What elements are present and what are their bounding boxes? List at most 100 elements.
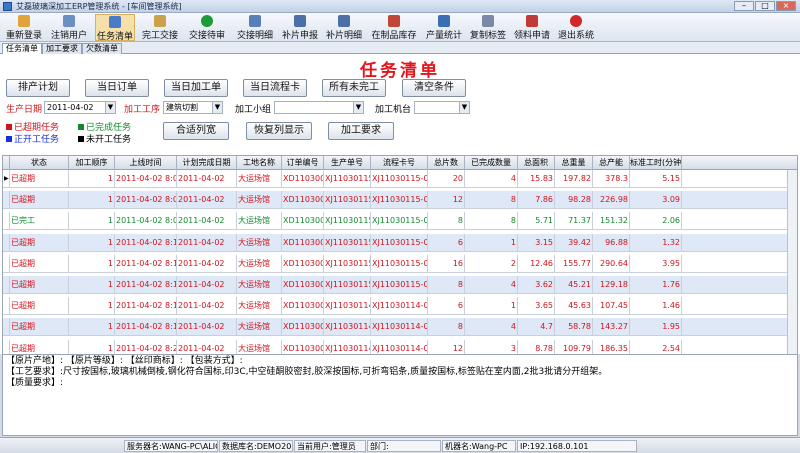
row-marker — [3, 254, 10, 273]
table-cell: XJ11030115-0128 — [371, 212, 428, 231]
task-list-button[interactable]: 任务清单 — [95, 14, 135, 42]
exit-button[interactable]: 退出系统 — [556, 14, 596, 41]
table-cell: 1.95 — [630, 318, 682, 337]
table-icon — [249, 15, 261, 27]
table-row[interactable]: 已超期12011-04-02 8:10:002011-04-02大运场馆XD11… — [3, 233, 797, 252]
table-cell: XJ11030115-0028 — [371, 276, 428, 294]
table-cell: 2011-04-02 8:00:00 — [115, 170, 177, 188]
schedule-button[interactable]: 排产计划 — [6, 79, 70, 97]
maximize-button[interactable]: □ — [755, 1, 775, 11]
relogin-button[interactable]: 重新登录 — [4, 14, 44, 41]
table-cell: 2011-04-02 8:00:00 — [115, 191, 177, 210]
column-header[interactable]: 总产能 — [593, 156, 630, 170]
column-header[interactable]: 标准工时(分钟) — [630, 156, 682, 170]
table-cell: 12.46 — [518, 254, 555, 273]
table-row[interactable]: 已完工12011-04-02 8:00:002011-04-02大运场馆XD11… — [3, 212, 797, 231]
table-cell: 155.77 — [555, 254, 593, 273]
pending-review-button[interactable]: 交接待审 — [187, 14, 227, 41]
output-stats-button[interactable]: 产量统计 — [424, 14, 464, 41]
info-line-quality: 【质量要求】: — [6, 378, 64, 388]
toolbar-label: 补片申报 — [281, 31, 318, 41]
patch-detail-button[interactable]: 补片明细 — [324, 14, 364, 41]
table-cell: 2011-04-02 8:10:00 — [115, 233, 177, 252]
column-header[interactable]: 总面积 — [518, 156, 555, 170]
group-select[interactable]: ▼ — [274, 101, 364, 114]
wip-stock-button[interactable]: 在制品库存 — [369, 14, 419, 41]
table-cell: XJ11030115 — [324, 170, 371, 188]
table-cell: XJ11030115 — [324, 276, 371, 294]
material-request-button[interactable]: 领料申请 — [512, 14, 552, 41]
table-cell: 8 — [428, 212, 465, 231]
table-row[interactable]: 已超期12011-04-02 8:10:002011-04-02大运场馆XD11… — [3, 276, 797, 294]
table-cell: 1 — [465, 297, 518, 316]
requirements-button[interactable]: 加工要求 — [328, 122, 394, 140]
copy-label-button[interactable]: 复制标签 — [468, 14, 508, 41]
tab-shortage[interactable]: 欠数清单 — [82, 43, 122, 54]
title-bar: 艾磊玻璃深加工ERP管理系统 - [车间管理系统] – □ × — [0, 0, 800, 13]
table-cell: 大运场馆 — [237, 170, 282, 188]
process-select[interactable]: 建筑切割 ▼ — [163, 101, 223, 114]
column-header[interactable]: 计划完成日期 — [177, 156, 237, 170]
all-unfinished-button[interactable]: 所有未完工 — [322, 79, 386, 97]
table-row[interactable]: 已超期12011-04-02 8:00:002011-04-02大运场馆XD11… — [3, 191, 797, 210]
toolbar-label: 重新登录 — [5, 31, 42, 41]
column-header[interactable]: 总片数 — [428, 156, 465, 170]
table-cell: 96.88 — [593, 233, 630, 252]
column-header[interactable]: 上线时间 — [115, 156, 177, 170]
toolbar-label: 产量统计 — [425, 31, 462, 41]
table-row[interactable]: ▶已超期12011-04-02 8:00:002011-04-02大运场馆XD1… — [3, 170, 797, 188]
chevron-down-icon: ▼ — [353, 102, 363, 113]
group-label: 加工小组 — [235, 105, 272, 115]
machine-select[interactable]: ▼ — [414, 101, 470, 114]
column-header[interactable]: 工地名称 — [237, 156, 282, 170]
column-header[interactable]: 订单编号 — [282, 156, 324, 170]
table-cell: 290.64 — [593, 254, 630, 273]
tab-requirements[interactable]: 加工要求 — [42, 43, 82, 54]
patch-report-button[interactable]: 补片申报 — [280, 14, 320, 41]
table-cell: XD11030082 — [282, 318, 324, 337]
table-cell: 8 — [465, 212, 518, 231]
page-title: 任务清单 — [360, 61, 440, 81]
column-header[interactable]: 状态 — [10, 156, 69, 170]
exit-icon — [570, 15, 582, 27]
table-cell: 378.3 — [593, 170, 630, 188]
red-square-icon — [6, 124, 12, 130]
today-process-button[interactable]: 当日加工单 — [164, 79, 228, 97]
status-ip: IP:192.168.0.101 — [517, 440, 637, 452]
table-cell: 8 — [428, 318, 465, 337]
table-cell: 197.82 — [555, 170, 593, 188]
column-header[interactable]: 总重量 — [555, 156, 593, 170]
column-header[interactable]: 生产单号 — [324, 156, 371, 170]
house-icon — [388, 15, 400, 27]
table-cell: 2011-04-02 8:10:00 — [115, 276, 177, 294]
logout-icon — [63, 15, 75, 27]
close-button[interactable]: × — [776, 1, 796, 11]
logout-button[interactable]: 注销用户 — [49, 14, 89, 41]
column-header[interactable]: 已完成数量 — [465, 156, 518, 170]
table-cell: 226.98 — [593, 191, 630, 210]
table-row[interactable]: 已超期12011-04-02 8:17:002011-04-02大运场馆XD11… — [3, 318, 797, 337]
column-header[interactable]: 加工顺序 — [69, 156, 115, 170]
table-cell: 4.7 — [518, 318, 555, 337]
vertical-scrollbar[interactable] — [787, 170, 797, 382]
table-cell: 2011-04-02 8:17:00 — [115, 318, 177, 337]
minimize-button[interactable]: – — [734, 1, 754, 11]
table-cell: 45.63 — [555, 297, 593, 316]
tab-task-list[interactable]: 任务清单 — [2, 43, 42, 54]
today-flow-card-button[interactable]: 当日流程卡 — [243, 79, 307, 97]
table-row[interactable]: 已超期12011-04-02 8:10:002011-04-02大运场馆XD11… — [3, 254, 797, 273]
fit-columns-button[interactable]: 合适列宽 — [163, 122, 229, 140]
table-cell: 4 — [465, 276, 518, 294]
today-orders-button[interactable]: 当日订单 — [85, 79, 149, 97]
info-line-origin: 【原片产地】: 【原片等级】: 【丝印商标】: 【包装方式】: — [6, 356, 243, 366]
restore-columns-button[interactable]: 恢复列显示 — [246, 122, 312, 140]
table-cell: 2011-04-02 — [177, 276, 237, 294]
table-cell: XJ11030115-0028 — [371, 233, 428, 252]
table-row[interactable]: 已超期12011-04-02 8:17:002011-04-02大运场馆XD11… — [3, 297, 797, 316]
clear-filters-button[interactable]: 清空条件 — [402, 79, 466, 97]
handover-button[interactable]: 完工交接 — [140, 14, 180, 41]
date-picker[interactable]: 2011-04-02 ▼ — [44, 101, 116, 114]
handover-detail-button[interactable]: 交接明细 — [235, 14, 275, 41]
table-cell: 3.95 — [630, 254, 682, 273]
column-header[interactable]: 流程卡号 — [371, 156, 428, 170]
